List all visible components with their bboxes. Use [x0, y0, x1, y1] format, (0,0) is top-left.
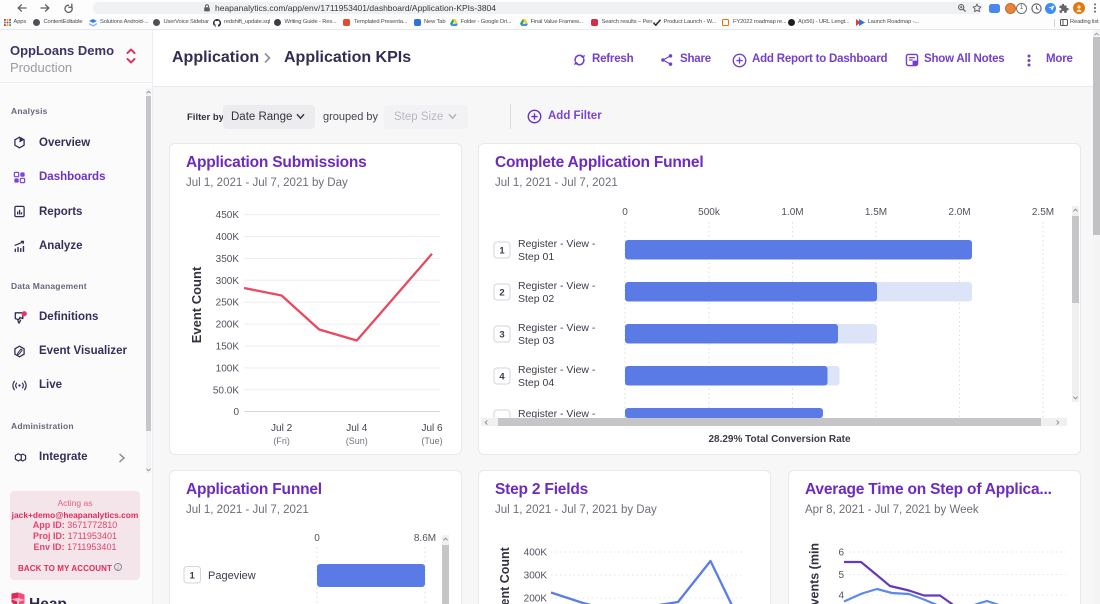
- svg-text:Step 02: Step 02: [518, 293, 554, 305]
- svg-text:250K: 250K: [216, 297, 240, 308]
- svg-text:Pageview: Pageview: [208, 570, 256, 582]
- svg-text:Register - View -: Register - View -: [518, 364, 596, 376]
- svg-text:(Fri): (Fri): [273, 436, 290, 446]
- svg-text:Step 03: Step 03: [518, 335, 554, 347]
- svg-text:2: 2: [499, 287, 504, 298]
- svg-text:4: 4: [838, 591, 844, 602]
- svg-text:100K: 100K: [216, 363, 240, 374]
- svg-text:(Sun): (Sun): [346, 436, 368, 446]
- svg-text:50.0K: 50.0K: [213, 385, 239, 396]
- svg-text:2.5M: 2.5M: [1032, 207, 1054, 218]
- svg-text:300K: 300K: [524, 571, 548, 582]
- svg-text:Register - View -: Register - View -: [518, 280, 596, 292]
- svg-text:5: 5: [838, 570, 844, 581]
- svg-text:4: 4: [499, 371, 505, 382]
- svg-text:(Tue): (Tue): [421, 436, 442, 446]
- svg-text:Step 04: Step 04: [518, 377, 554, 389]
- svg-text:1: 1: [190, 571, 196, 582]
- svg-text:Jul 2: Jul 2: [271, 423, 293, 434]
- svg-text:6: 6: [838, 548, 844, 559]
- svg-text:500k: 500k: [698, 207, 721, 218]
- svg-text:Event Count: Event Count: [189, 266, 204, 343]
- svg-text:450K: 450K: [216, 210, 240, 221]
- svg-text:Jul 6: Jul 6: [421, 423, 443, 434]
- svg-text:200K: 200K: [524, 594, 548, 604]
- svg-text:1.5M: 1.5M: [865, 207, 887, 218]
- svg-text:2.0M: 2.0M: [948, 207, 970, 218]
- svg-text:0: 0: [622, 207, 628, 218]
- svg-text:Event Count: Event Count: [498, 546, 512, 604]
- svg-text:Jul 4: Jul 4: [346, 423, 368, 434]
- svg-text:1.0M: 1.0M: [781, 207, 803, 218]
- svg-text:Register - View -: Register - View -: [518, 322, 596, 334]
- svg-text:400K: 400K: [524, 548, 548, 559]
- svg-text:350K: 350K: [216, 253, 240, 264]
- svg-text:0: 0: [233, 407, 239, 418]
- svg-text:8.6M: 8.6M: [414, 533, 436, 544]
- svg-text:200K: 200K: [216, 319, 240, 330]
- svg-text:3: 3: [499, 329, 504, 340]
- svg-text:Time Between Events (min: Time Between Events (min: [808, 543, 822, 604]
- svg-text:300K: 300K: [216, 275, 240, 286]
- svg-text:150K: 150K: [216, 341, 240, 352]
- svg-text:400K: 400K: [216, 232, 240, 243]
- svg-text:1: 1: [499, 245, 505, 256]
- svg-text:Step 01: Step 01: [518, 251, 554, 263]
- svg-text:Register - View -: Register - View -: [518, 238, 596, 250]
- svg-text:0: 0: [314, 533, 320, 544]
